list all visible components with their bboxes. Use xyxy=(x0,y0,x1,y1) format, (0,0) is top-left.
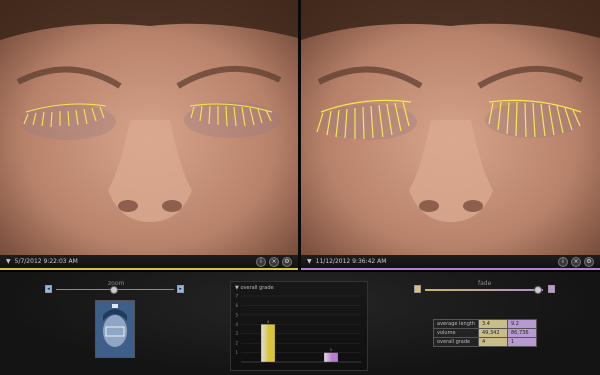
chart-bar-before xyxy=(260,324,276,363)
chart-canvas: 7 6 5 4 3 2 1 4 1 xyxy=(235,294,361,363)
face-image-after xyxy=(301,0,600,255)
chart-tick-label: 2 xyxy=(235,341,238,346)
stats-label: volume xyxy=(433,328,479,338)
chart-tick-label: 5 xyxy=(235,312,238,317)
chart-tick-label: 1 xyxy=(235,350,238,355)
zoom-out-button[interactable]: ◂ xyxy=(45,285,52,293)
fade-after-button[interactable] xyxy=(548,285,555,293)
gear-icon[interactable]: ⚙ xyxy=(584,256,594,267)
before-datetime: 5/7/2012 9:22:03 AM xyxy=(14,258,78,265)
zoom-in-button[interactable]: ▸ xyxy=(177,285,184,293)
face-thumbnail[interactable] xyxy=(95,300,135,358)
stats-table: average length 3.4 9.2 volume 49,342 86,736 ov… xyxy=(433,319,537,347)
collapse-triangle-icon[interactable]: ▼ xyxy=(307,258,312,265)
before-status-bar: ▼ 5/7/2012 9:22:03 AM i × ⚙ xyxy=(0,255,298,270)
fade-before-button[interactable] xyxy=(414,285,421,293)
before-photo[interactable] xyxy=(0,0,298,255)
fade-slider-track[interactable] xyxy=(425,289,543,291)
gear-icon[interactable]: ⚙ xyxy=(282,256,292,267)
face-image-before xyxy=(0,0,298,255)
zoom-slider-handle[interactable] xyxy=(109,286,118,294)
after-photo[interactable] xyxy=(301,0,600,255)
stats-row: volume 49,342 86,736 xyxy=(433,328,537,338)
info-icon[interactable]: i xyxy=(558,256,568,267)
stats-label: average length xyxy=(433,319,479,329)
chart-data-label: 1 xyxy=(330,348,332,352)
stats-before-value: 49,342 xyxy=(478,328,508,338)
chart-data-label: 4 xyxy=(267,320,270,324)
overall-grade-chart: ▼ overall grade 765432141 xyxy=(230,281,368,371)
after-datetime: 11/12/2012 9:36:42 AM xyxy=(315,258,387,265)
stats-label: overall grade xyxy=(433,337,479,347)
chart-tick-label: 3 xyxy=(235,331,238,336)
stats-before-value: 4 xyxy=(478,337,508,347)
chart-bar-after xyxy=(323,352,339,363)
stats-row: overall grade 4 1 xyxy=(433,337,537,347)
close-icon[interactable]: × xyxy=(571,256,581,267)
after-status-bar: ▼ 11/12/2012 9:36:42 AM i × ⚙ xyxy=(301,255,600,270)
info-icon[interactable]: i xyxy=(256,256,266,267)
chart-tick-label: 4 xyxy=(235,322,238,327)
stats-after-value: 1 xyxy=(507,337,537,347)
stats-before-value: 3.4 xyxy=(478,319,508,329)
fade-label: fade xyxy=(478,280,492,287)
fade-slider-handle[interactable] xyxy=(534,286,543,294)
control-panel: zoom ◂ ▸ ▼ overall grade 765432141 fade … xyxy=(0,272,600,375)
stats-after-value: 86,736 xyxy=(507,328,537,338)
stats-after-value: 9.2 xyxy=(507,319,537,329)
chart-tick-label: 6 xyxy=(235,303,238,308)
close-icon[interactable]: × xyxy=(269,256,279,267)
stats-row: average length 3.4 9.2 xyxy=(433,319,537,329)
collapse-triangle-icon[interactable]: ▼ xyxy=(6,258,11,265)
chart-tick-label: 7 xyxy=(235,294,238,299)
